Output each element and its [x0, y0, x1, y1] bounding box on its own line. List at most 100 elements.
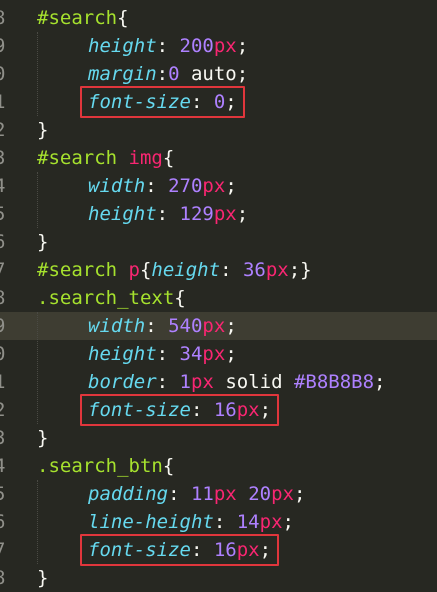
token-prop: height [88, 343, 157, 365]
line-number: 1 [0, 368, 16, 396]
line-code: font-size: 0; [37, 88, 237, 116]
line-number: 2 [0, 396, 16, 424]
code-line[interactable]: 8} [0, 564, 437, 592]
token-unit: px [190, 371, 214, 393]
token-punc: ; [225, 175, 237, 197]
code-text: line-height: 14px; [88, 511, 294, 533]
token-num: 270 [168, 175, 203, 197]
token-val: solid [213, 371, 294, 393]
line-number: 4 [0, 172, 16, 200]
token-sel: #search [37, 147, 129, 169]
token-num: 0 [168, 63, 180, 85]
code-line[interactable]: 7 font-size: 16px; [0, 536, 437, 564]
line-code: padding: 11px 20px; [37, 480, 305, 508]
highlighted-declaration: font-size: 16px; [88, 539, 271, 561]
code-line[interactable]: 5padding: 11px 20px; [0, 480, 437, 508]
code-line[interactable]: 1 font-size: 0; [0, 88, 437, 116]
token-unit: px [259, 511, 283, 533]
token-punc: : [190, 91, 214, 113]
code-line[interactable]: 4 width: 270px; [0, 172, 437, 200]
code-line[interactable]: 6 line-height: 14px; [0, 508, 437, 536]
token-punc: : [220, 259, 243, 281]
highlighted-declaration: font-size: 0; [88, 91, 237, 113]
token-punc: { [117, 7, 129, 29]
line-number: 1 [0, 88, 16, 116]
code-line[interactable]: 8 .search_text{ [0, 284, 437, 312]
line-code: font-size: 16px; [37, 536, 271, 564]
code-text: height: 129px; [88, 203, 248, 225]
line-code: line-height: 14px; [37, 508, 294, 536]
line-number: 7 [0, 536, 16, 564]
token-prop: width [88, 175, 146, 197]
indent-guide [37, 32, 38, 116]
code-line[interactable]: 1border: 1px solid #B8B8B8; [0, 368, 437, 396]
token-punc: ; [225, 343, 237, 365]
token-prop: font-size [88, 91, 191, 113]
token-prop: font-size [88, 399, 191, 421]
code-text: margin:0 auto; [88, 63, 248, 85]
code-line[interactable]: 9 height: 200px; [0, 32, 437, 60]
code-line[interactable]: 7 #search p{height: 36px;} [0, 256, 437, 284]
token-punc: : [145, 315, 169, 337]
line-number: 8 [0, 4, 16, 32]
token-unit: px [213, 35, 237, 57]
token-punc: : [145, 175, 169, 197]
token-num: 1 [179, 371, 191, 393]
code-line[interactable]: 4 .search_btn{ [0, 452, 437, 480]
code-text: } [37, 567, 48, 589]
token-num: 34 [179, 343, 203, 365]
code-line[interactable]: 3 #search img{ [0, 144, 437, 172]
token-prop: line-height [88, 511, 214, 533]
code-line[interactable]: 2 font-size: 16px; [0, 396, 437, 424]
highlighted-declaration: font-size: 16px; [88, 399, 271, 421]
token-punc: { [162, 455, 175, 477]
code-line[interactable]: 6} [0, 228, 437, 256]
token-num: 14 [236, 511, 260, 533]
token-punc: } [37, 567, 49, 589]
code-text: height: 34px; [88, 343, 237, 365]
line-number: 3 [0, 424, 16, 452]
token-punc: : [213, 511, 237, 533]
code-line[interactable]: 9 width: 540px; [0, 312, 437, 340]
token-punc: ; [259, 399, 272, 421]
code-line[interactable]: 3} [0, 424, 437, 452]
code-text: width: 540px; [88, 315, 237, 337]
code-line[interactable]: 8 #search{ [0, 4, 437, 32]
line-number: 0 [0, 340, 16, 368]
token-punc: { [162, 147, 175, 169]
line-code: height: 129px; [37, 200, 248, 228]
token-prop: font-size [88, 539, 191, 561]
indent-guide [37, 172, 38, 228]
code-editor[interactable]: 8#search{9height: 200px;0margin:0 auto;1… [0, 4, 437, 592]
token-num: 200 [179, 35, 214, 57]
line-code: border: 1px solid #B8B8B8; [37, 368, 385, 396]
line-code: .search_btn{ [37, 452, 174, 480]
line-number: 2 [0, 116, 16, 144]
token-num: 36 [242, 259, 266, 281]
code-line[interactable]: 2} [0, 116, 437, 144]
token-num: 11 [190, 483, 214, 505]
token-punc: : [156, 203, 180, 225]
token-punc: ; [236, 63, 249, 85]
token-tag: img [128, 147, 163, 169]
code-line[interactable]: 5 height: 129px; [0, 200, 437, 228]
token-unit: px [202, 315, 226, 337]
token-punc: } [37, 427, 49, 449]
token-punc: ; [225, 315, 237, 337]
token-punc: ; [236, 35, 249, 57]
code-line[interactable]: 0 height: 34px; [0, 340, 437, 368]
code-text: } [37, 427, 48, 449]
token-punc: : [156, 63, 169, 85]
code-line[interactable]: 0margin:0 auto; [0, 60, 437, 88]
code-text: .search_btn{ [37, 455, 174, 477]
token-val: auto [179, 63, 237, 85]
token-num: 540 [168, 315, 203, 337]
indent-guide [37, 480, 38, 564]
line-code: height: 200px; [37, 32, 248, 60]
token-num: 129 [179, 203, 214, 225]
token-sel: #search [37, 259, 129, 281]
token-unit: px [213, 203, 237, 225]
line-number: 5 [0, 200, 16, 228]
line-code: height: 34px; [37, 340, 237, 368]
token-punc: ; [225, 91, 237, 113]
